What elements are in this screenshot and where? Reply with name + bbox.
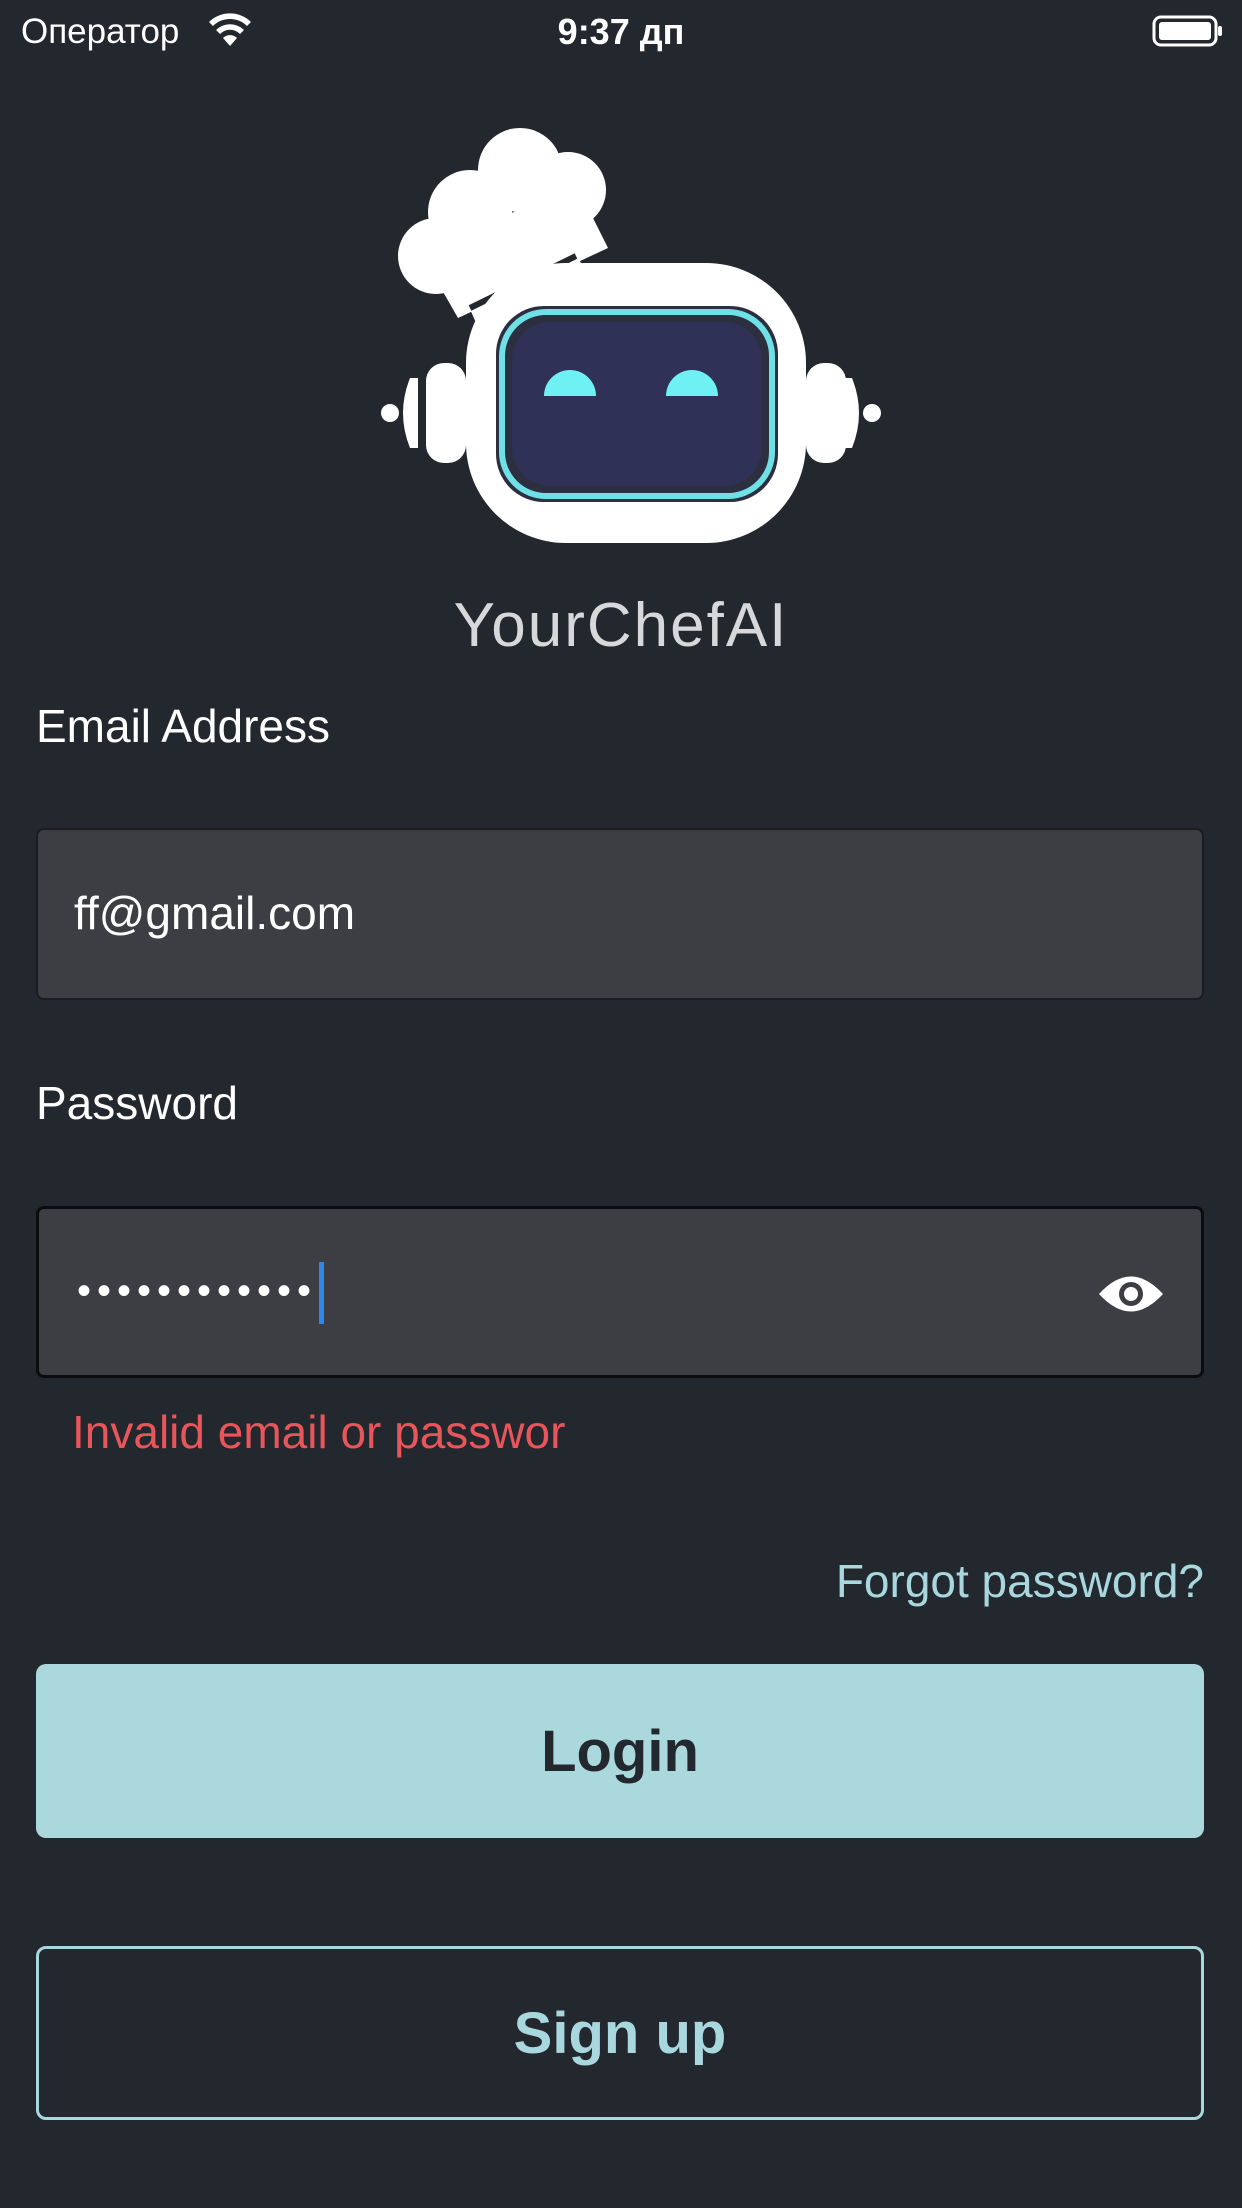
password-label: Password bbox=[36, 1077, 238, 1129]
email-field[interactable] bbox=[36, 828, 1204, 1000]
password-masked-value: •••••••••••• bbox=[77, 1269, 318, 1313]
text-caret bbox=[319, 1262, 325, 1325]
status-bar: Оператор 9:37 дп bbox=[0, 0, 1242, 62]
email-label: Email Address bbox=[36, 700, 331, 752]
password-field[interactable]: •••••••••••• bbox=[36, 1206, 1204, 1378]
login-error-message: Invalid email or passwor bbox=[72, 1406, 566, 1458]
brand-name: YourChefAI bbox=[453, 591, 789, 660]
battery-icon bbox=[1152, 15, 1222, 47]
signup-button[interactable]: Sign up bbox=[36, 1946, 1204, 2120]
status-time: 9:37 дп bbox=[557, 11, 685, 52]
login-button[interactable]: Login bbox=[36, 1664, 1204, 1838]
chef-robot-logo bbox=[381, 128, 881, 543]
password-input[interactable]: •••••••••••• bbox=[77, 1261, 325, 1325]
eye-icon[interactable] bbox=[1097, 1271, 1165, 1317]
forgot-password-link[interactable]: Forgot password? bbox=[836, 1553, 1204, 1609]
email-input[interactable] bbox=[74, 885, 1074, 941]
